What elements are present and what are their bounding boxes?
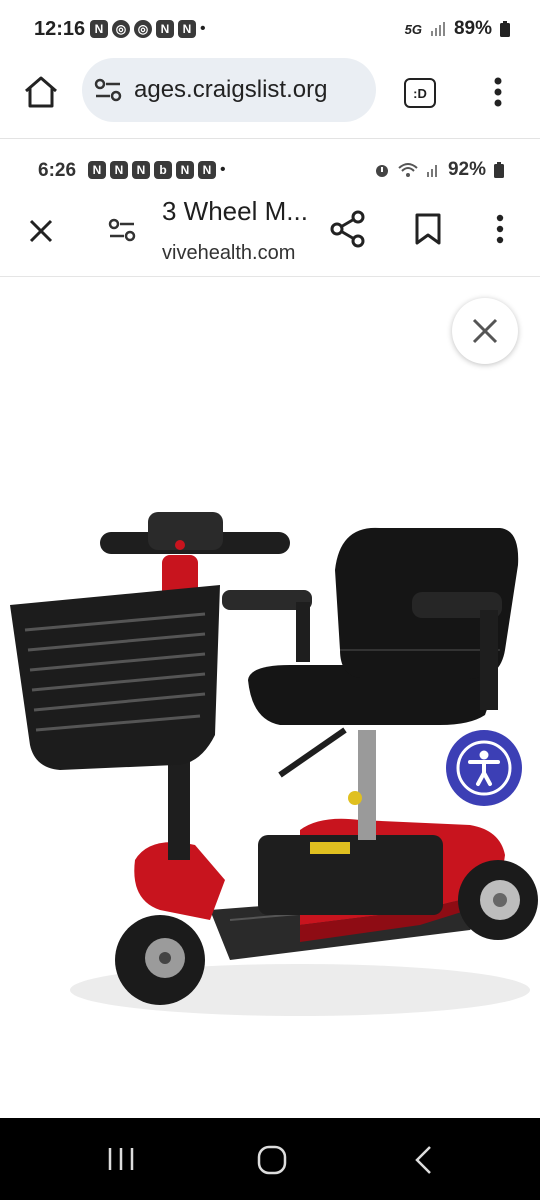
inner-notification-icons: N N N b N N •	[88, 161, 226, 179]
home-nav-icon[interactable]	[256, 1144, 288, 1176]
signal-icon	[426, 165, 437, 177]
page-info-icon[interactable]	[94, 78, 122, 102]
home-icon[interactable]	[22, 74, 60, 110]
page-domain[interactable]: vivehealth.com	[162, 242, 295, 265]
signal-icon	[430, 22, 445, 36]
bookmark-icon[interactable]	[414, 212, 442, 246]
inner-status-time: 6:26	[38, 160, 77, 181]
recents-icon[interactable]	[106, 1146, 136, 1172]
share-icon[interactable]	[330, 210, 366, 248]
inner-status-right: 92%	[374, 159, 504, 181]
notification-icon: b	[154, 161, 172, 179]
alarm-icon	[375, 165, 388, 177]
notification-icons: N ◎ ◎ N N •	[90, 20, 206, 38]
battery-icon	[500, 21, 510, 37]
battery-icon	[494, 162, 504, 178]
chrome-icon: ◎	[134, 20, 152, 38]
inner-battery-percent: 92%	[447, 159, 486, 180]
chrome-icon: ◎	[112, 20, 130, 38]
wifi-icon	[398, 163, 418, 177]
more-vert-icon[interactable]	[493, 214, 507, 244]
battery-percent: 89%	[453, 18, 492, 39]
close-image-button[interactable]	[452, 298, 518, 364]
notification-icon: N	[88, 161, 106, 179]
close-icon	[472, 318, 498, 344]
close-icon[interactable]	[28, 218, 54, 244]
header-divider	[0, 276, 540, 277]
more-vert-icon[interactable]	[490, 76, 506, 108]
notification-icon: N	[176, 161, 194, 179]
page-info-icon[interactable]	[108, 218, 136, 242]
status-time: 12:16	[34, 18, 86, 40]
back-icon[interactable]	[412, 1144, 436, 1176]
status-right: 5G 89%	[405, 18, 510, 40]
tab-switcher-button[interactable]: :D	[404, 78, 436, 108]
notification-icon: N	[132, 161, 150, 179]
notification-icon: N	[110, 161, 128, 179]
accessibility-icon	[456, 740, 512, 796]
url-text[interactable]: ages.craigslist.org	[134, 76, 364, 104]
page-title[interactable]: 3 Wheel M...	[162, 196, 308, 227]
more-notifications-icon: •	[200, 20, 206, 37]
notification-icon: N	[156, 20, 174, 38]
address-bar[interactable]: ages.craigslist.org	[82, 58, 376, 122]
network-label: 5G	[404, 21, 422, 37]
notification-icon: N	[178, 20, 196, 38]
notification-icon: N	[198, 161, 216, 179]
notification-icon: N	[90, 20, 108, 38]
accessibility-button[interactable]	[446, 730, 522, 806]
more-notifications-icon: •	[220, 161, 226, 178]
